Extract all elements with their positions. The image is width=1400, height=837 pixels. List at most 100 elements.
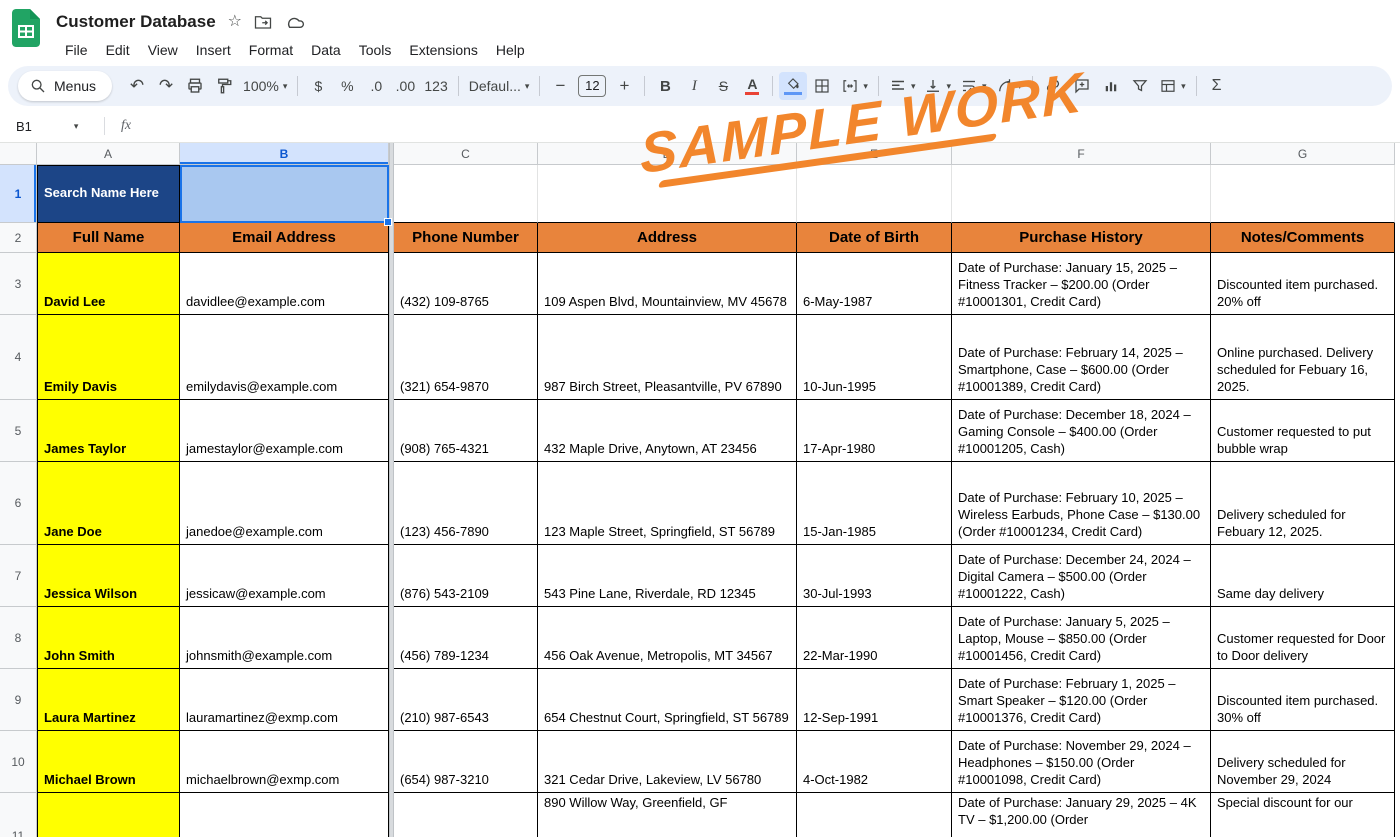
menu-insert[interactable]: Insert [187,40,240,60]
cell-dob[interactable]: 30-Jul-1993 [797,545,952,607]
cell-dob[interactable]: 15-Jan-1985 [797,462,952,545]
text-rotation-button[interactable]: ▾ [992,72,1027,100]
row-header-11[interactable]: 11 [0,793,37,837]
cell-dob[interactable]: 4-Oct-1982 [797,731,952,793]
header-cell-email[interactable]: Email Address [180,223,389,253]
menu-file[interactable]: File [56,40,97,60]
empty-cell[interactable] [394,165,538,223]
cell-full-name[interactable]: Jessica Wilson [37,545,180,607]
column-header-c[interactable]: C [394,143,538,165]
header-cell-dob[interactable]: Date of Birth [797,223,952,253]
header-cell-notes[interactable]: Notes/Comments [1211,223,1395,253]
cell-purchase-history[interactable]: Date of Purchase: February 1, 2025 – Sma… [952,669,1211,731]
cell-full-name[interactable]: Laura Martinez [37,669,180,731]
cell-dob[interactable]: 22-Mar-1990 [797,607,952,669]
cell-email[interactable]: michaelbrown@exmp.com [180,731,389,793]
move-folder-icon[interactable] [254,14,272,30]
cell-full-name[interactable]: John Smith [37,607,180,669]
name-box[interactable]: B1 ▾ [0,119,104,134]
cell-purchase-history[interactable]: Date of Purchase: January 15, 2025 – Fit… [952,253,1211,315]
table-views-button[interactable]: ▾ [1155,72,1190,100]
zoom-select[interactable]: 100% ▾ [239,72,291,100]
increase-decimal-button[interactable]: .00 [391,72,419,100]
column-header-d[interactable]: D [538,143,797,165]
column-header-f[interactable]: F [952,143,1211,165]
row-header-9[interactable]: 9 [0,669,37,731]
column-header-a[interactable]: A [37,143,180,165]
font-size-input[interactable]: 12 [578,75,607,97]
vertical-align-button[interactable]: ▾ [920,72,955,100]
cell-address[interactable]: 321 Cedar Drive, Lakeview, LV 56780 [538,731,797,793]
print-button[interactable] [181,72,209,100]
header-cell-purchase-history[interactable]: Purchase History [952,223,1211,253]
cell-dob[interactable]: 12-Sep-1991 [797,669,952,731]
cell-purchase-history[interactable]: Date of Purchase: January 5, 2025 – Lapt… [952,607,1211,669]
cell-purchase-history[interactable]: Date of Purchase: January 29, 2025 – 4K … [952,793,1211,837]
cell-full-name[interactable]: David Lee [37,253,180,315]
cell-dob[interactable]: 6-May-1987 [797,253,952,315]
cell-notes[interactable]: Delivery scheduled for November 29, 2024 [1211,731,1395,793]
number-format-button[interactable]: 123 [420,72,451,100]
horizontal-align-button[interactable]: ▾ [885,72,920,100]
borders-button[interactable] [808,72,836,100]
header-cell-phone[interactable]: Phone Number [394,223,538,253]
cell-email[interactable] [180,793,389,837]
column-header-b[interactable]: B [180,143,389,165]
cell-purchase-history[interactable]: Date of Purchase: December 18, 2024 – Ga… [952,400,1211,462]
row-header-4[interactable]: 4 [0,315,37,400]
cell-full-name[interactable]: Emily Davis [37,315,180,400]
cell-phone[interactable]: (123) 456-7890 [394,462,538,545]
row-header-5[interactable]: 5 [0,400,37,462]
paint-format-button[interactable] [210,72,238,100]
fill-color-button[interactable] [779,72,808,100]
cell-address[interactable]: 456 Oak Avenue, Metropolis, MT 34567 [538,607,797,669]
row-header-1[interactable]: 1 [0,165,37,223]
row-header-7[interactable]: 7 [0,545,37,607]
text-wrap-button[interactable]: ▾ [956,72,991,100]
cell-email[interactable]: davidlee@example.com [180,253,389,315]
menu-format[interactable]: Format [240,40,302,60]
cell-notes[interactable]: Customer requested to put bubble wrap [1211,400,1395,462]
cell-address[interactable]: 109 Aspen Blvd, Mountainview, MV 45678 [538,253,797,315]
cell-address[interactable]: 123 Maple Street, Springfield, ST 56789 [538,462,797,545]
decrease-font-size-button[interactable]: − [546,72,574,100]
menu-help[interactable]: Help [487,40,534,60]
menu-data[interactable]: Data [302,40,350,60]
text-color-button[interactable]: A [738,72,766,100]
cell-notes[interactable]: Special discount for our [1211,793,1395,837]
cell-dob[interactable]: 17-Apr-1980 [797,400,952,462]
cell-email[interactable]: lauramartinez@exmp.com [180,669,389,731]
undo-button[interactable]: ↶ [123,72,151,100]
cell-notes[interactable]: Delivery scheduled for Febuary 12, 2025. [1211,462,1395,545]
cell-full-name[interactable] [37,793,180,837]
cell-address[interactable]: 987 Birch Street, Pleasantville, PV 6789… [538,315,797,400]
cell-notes[interactable]: Same day delivery [1211,545,1395,607]
cell-purchase-history[interactable]: Date of Purchase: December 24, 2024 – Di… [952,545,1211,607]
menu-view[interactable]: View [139,40,187,60]
empty-cell[interactable] [952,165,1211,223]
cell-a1-search-label[interactable]: Search Name Here [37,165,180,223]
row-header-3[interactable]: 3 [0,253,37,315]
column-header-e[interactable]: E [797,143,952,165]
cell-phone[interactable]: (432) 109-8765 [394,253,538,315]
header-cell-address[interactable]: Address [538,223,797,253]
strikethrough-button[interactable]: S [709,72,737,100]
cell-email[interactable]: jamestaylor@example.com [180,400,389,462]
cell-notes[interactable]: Customer requested for Door to Door deli… [1211,607,1395,669]
header-cell-full-name[interactable]: Full Name [37,223,180,253]
row-header-10[interactable]: 10 [0,731,37,793]
italic-button[interactable]: I [680,72,708,100]
cell-notes[interactable]: Online purchased. Delivery scheduled for… [1211,315,1395,400]
cell-b1-selected[interactable] [180,165,392,226]
increase-font-size-button[interactable]: + [610,72,638,100]
cloud-status-icon[interactable] [284,15,305,30]
cell-full-name[interactable]: Jane Doe [37,462,180,545]
column-header-g[interactable]: G [1211,143,1395,165]
cell-phone[interactable]: (654) 987-3210 [394,731,538,793]
functions-button[interactable]: Σ [1203,72,1231,100]
empty-cell[interactable] [797,165,952,223]
cell-address[interactable]: 543 Pine Lane, Riverdale, RD 12345 [538,545,797,607]
cell-dob[interactable] [797,793,952,837]
cell-phone[interactable]: (456) 789-1234 [394,607,538,669]
select-all-corner[interactable] [0,143,37,165]
